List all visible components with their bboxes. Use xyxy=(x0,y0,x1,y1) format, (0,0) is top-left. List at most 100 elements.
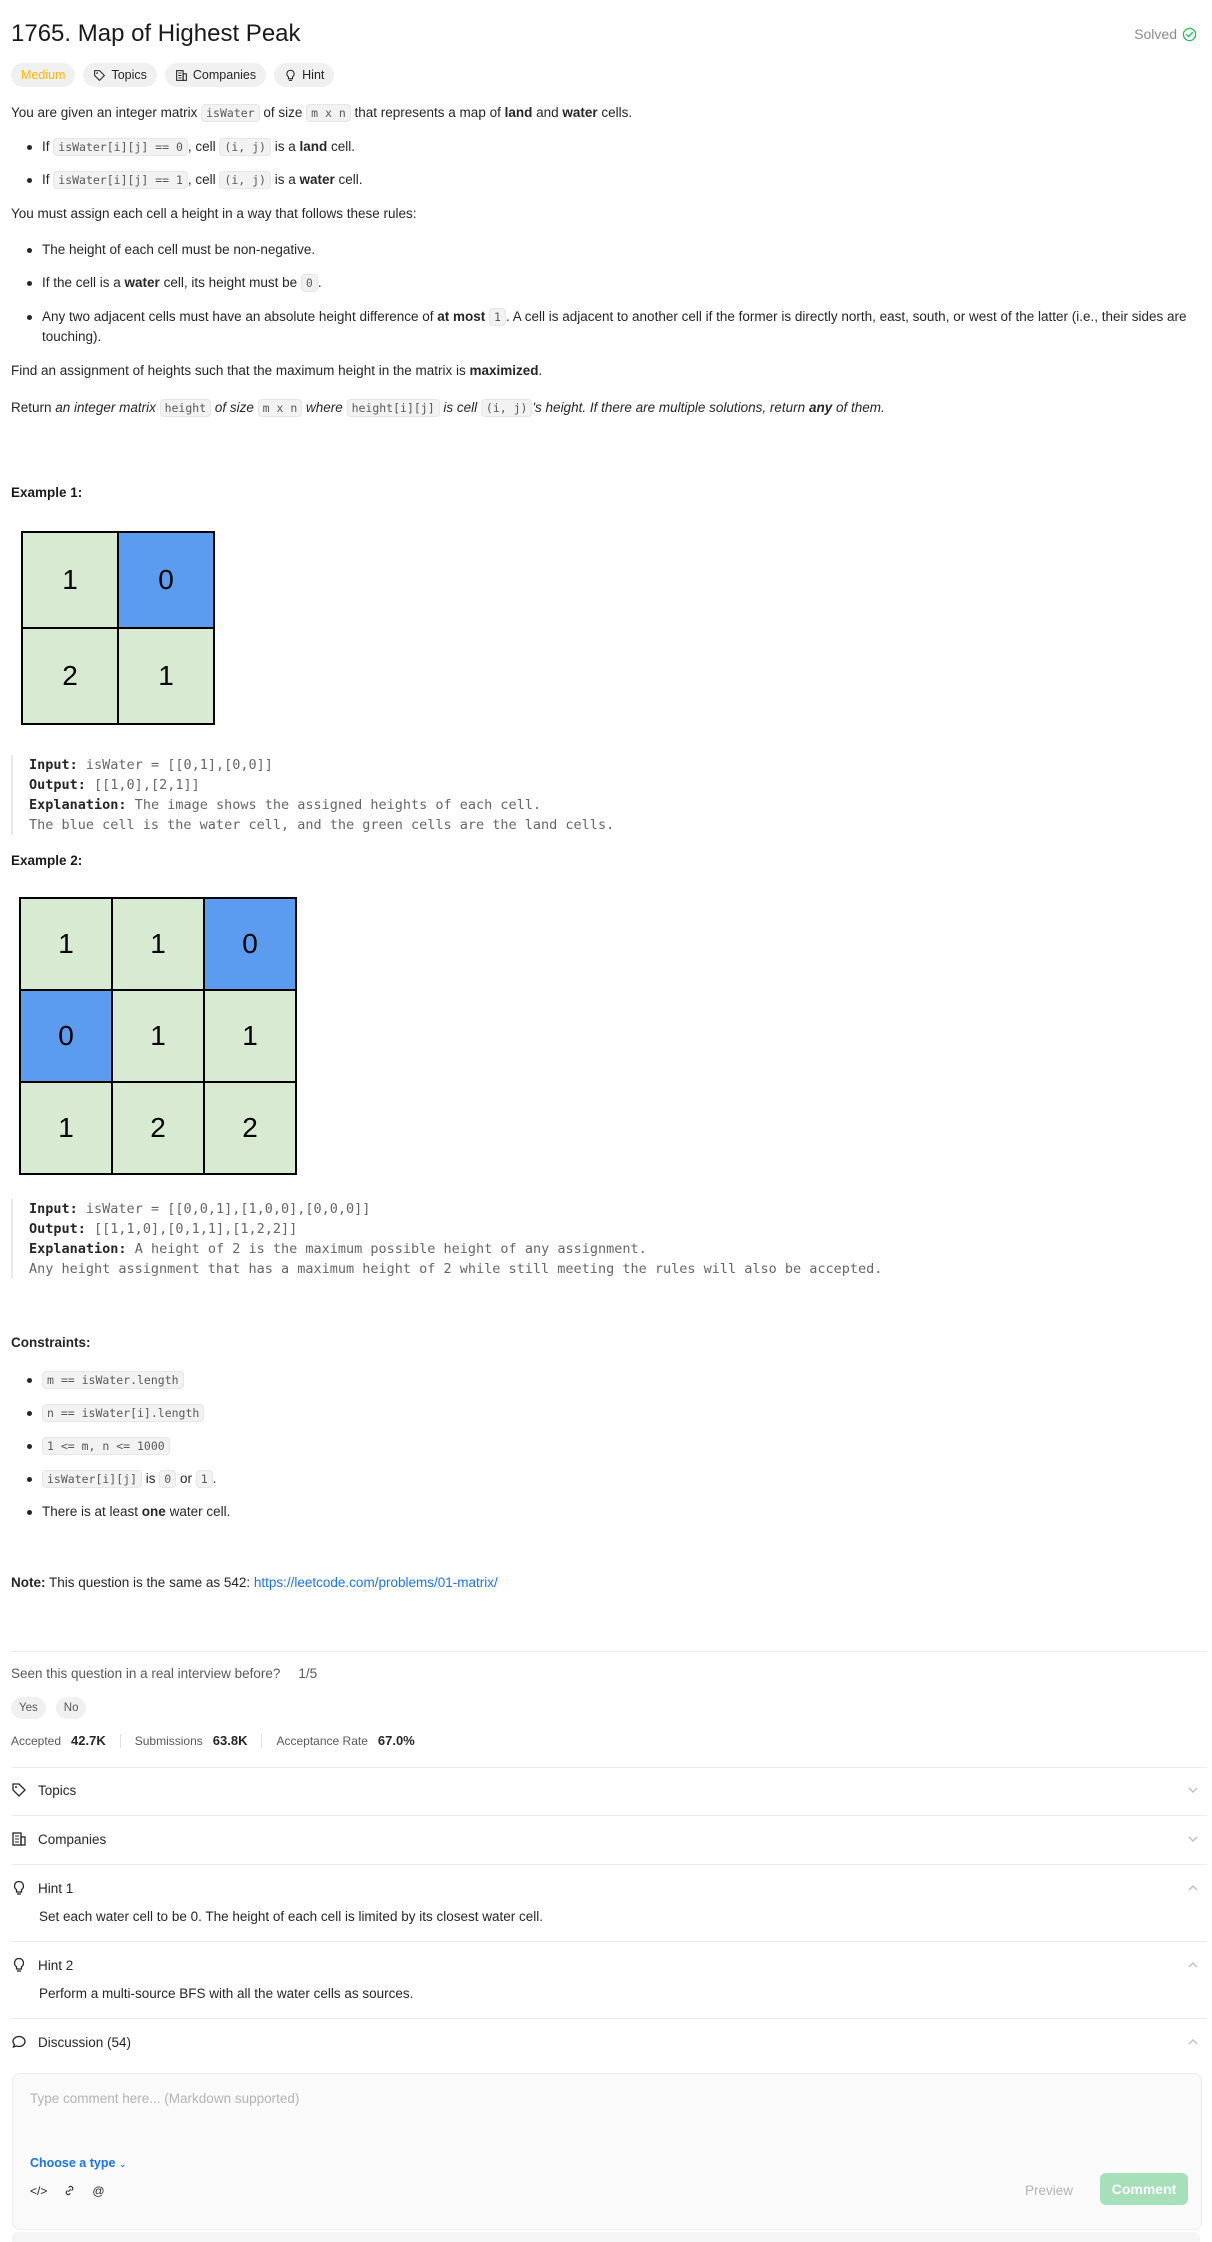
example-2-output: Output: [[1,1,0],[0,1,1],[1,2,2]] xyxy=(29,1219,882,1239)
note-label: Note: xyxy=(11,1575,46,1590)
hint-2-label: Hint 2 xyxy=(38,1957,74,1973)
hint-2-text: Perform a multi-source BFS with all the … xyxy=(39,1986,414,2001)
chevron-down-icon xyxy=(1188,1836,1198,1842)
text: water cell. xyxy=(165,1504,231,1519)
text: is a xyxy=(270,139,300,154)
accepted-label: Accepted xyxy=(11,1733,62,1748)
hint-1-section[interactable]: Hint 1 xyxy=(11,1877,1201,1899)
text: If xyxy=(42,139,54,154)
code: 1 xyxy=(195,1470,213,1488)
output-label: Output: xyxy=(29,777,86,793)
code: 0 xyxy=(159,1470,177,1488)
bold: at most xyxy=(437,309,486,324)
desc-intro: You are given an integer matrix isWater … xyxy=(11,103,1191,123)
example-1-explanation-2: The blue cell is the water cell, and the… xyxy=(29,817,615,833)
italic: of them. xyxy=(832,400,885,415)
desc-return: Return an integer matrix height of size … xyxy=(11,398,1191,418)
water-cell: 0 xyxy=(118,532,214,628)
example-2-explanation: Explanation: A height of 2 is the maximu… xyxy=(29,1239,882,1259)
example-1-label: Example 1: xyxy=(11,485,83,500)
constraint-item: n == isWater[i].length xyxy=(26,1403,230,1423)
code-icon[interactable]: </> xyxy=(30,2184,47,2200)
choose-type-dropdown[interactable]: Choose a type ⌄ xyxy=(30,2156,126,2170)
land-cell: 1 xyxy=(20,1082,112,1174)
italic: an integer matrix xyxy=(55,400,160,415)
solved-badge: Solved xyxy=(1134,26,1197,42)
text: There is at least xyxy=(42,1504,142,1519)
text: cell, its height must be xyxy=(159,275,301,290)
interview-question: Seen this question in a real interview b… xyxy=(11,1666,317,1681)
no-button[interactable]: No xyxy=(55,1697,87,1719)
topics-section[interactable]: Topics xyxy=(11,1779,1201,1801)
text: You are given an integer matrix xyxy=(11,105,202,120)
example-1-explanation: Explanation: The image shows the assigne… xyxy=(29,795,614,815)
list-item: Any two adjacent cells must have an abso… xyxy=(27,307,1191,347)
constraints-label: Constraints: xyxy=(11,1335,91,1350)
text: is a xyxy=(270,172,300,187)
rules-list: The height of each cell must be non-nega… xyxy=(27,240,1191,347)
text: Return xyxy=(11,400,56,415)
divider xyxy=(11,1941,1207,1942)
list-item: If the cell is a water cell, its height … xyxy=(27,273,1191,293)
comment-input[interactable]: Type comment here... (Markdown supported… xyxy=(30,2091,299,2106)
constraint-item: m == isWater.length xyxy=(26,1370,230,1390)
bold: water xyxy=(299,172,335,187)
lightbulb-icon xyxy=(286,69,295,81)
note-text: This question is the same as 542: xyxy=(45,1575,254,1590)
divider xyxy=(11,1651,1207,1652)
chevron-up-icon xyxy=(1188,1885,1198,1891)
companies-section[interactable]: Companies xyxy=(11,1828,1201,1850)
example-2-label: Example 2: xyxy=(11,853,83,868)
bold: land xyxy=(299,139,328,154)
divider xyxy=(261,1733,263,1748)
difficulty-badge[interactable]: Medium xyxy=(11,63,76,87)
hint-1-label: Hint 1 xyxy=(38,1880,74,1896)
text: cell. xyxy=(327,139,355,154)
land-cell: 1 xyxy=(204,990,296,1082)
hint-2-section[interactable]: Hint 2 xyxy=(11,1954,1201,1976)
interview-ratio: 1/5 xyxy=(298,1666,318,1681)
comment-editor[interactable]: Type comment here... (Markdown supported… xyxy=(12,2073,1202,2230)
italic: is cell xyxy=(439,400,481,415)
input-value: isWater = [[0,1],[0,0]] xyxy=(85,757,273,773)
text: or xyxy=(176,1471,196,1486)
cell-type-list: If isWater[i][j] == 0, cell (i, j) is a … xyxy=(27,137,1191,190)
note-link[interactable]: https://leetcode.com/problems/01-matrix/ xyxy=(254,1575,498,1590)
hint-tag[interactable]: Hint xyxy=(274,63,335,87)
mention-icon[interactable]: @ xyxy=(92,2184,104,2200)
tag-icon xyxy=(12,1783,26,1797)
italic: of size xyxy=(211,400,258,415)
choose-type-label: Choose a type xyxy=(30,2156,116,2170)
code: 1 <= m, n <= 1000 xyxy=(42,1437,170,1455)
land-cell: 1 xyxy=(118,628,214,724)
output-value: [[1,0],[2,1]] xyxy=(94,777,200,793)
solved-label: Solved xyxy=(1134,26,1177,42)
note: Note: This question is the same as 542: … xyxy=(11,1575,498,1590)
text: Find an assignment of heights such that … xyxy=(11,363,470,378)
input-label: Input: xyxy=(29,757,78,773)
divider xyxy=(11,2018,1207,2019)
companies-tag[interactable]: Companies xyxy=(164,63,267,87)
discussion-label: Discussion (54) xyxy=(38,2034,132,2050)
yes-button[interactable]: Yes xyxy=(11,1697,46,1719)
link-icon[interactable] xyxy=(63,2184,76,2200)
topics-tag-label: Topics xyxy=(111,68,147,82)
page-title: 1765. Map of Highest Peak xyxy=(11,20,301,47)
code: isWater[i][j] == 1 xyxy=(53,171,188,189)
chevron-down-icon xyxy=(1188,1787,1198,1793)
divider xyxy=(11,1767,1207,1768)
discussion-section[interactable]: Discussion (54) xyxy=(11,2031,1201,2053)
topics-tag[interactable]: Topics xyxy=(83,63,157,87)
example-2-grid: 110011122 xyxy=(19,897,297,1175)
land-cell: 2 xyxy=(204,1082,296,1174)
interview-question-text: Seen this question in a real interview b… xyxy=(11,1666,281,1681)
problem-description: You are given an integer matrix isWater … xyxy=(11,103,1191,418)
desc-goal: Find an assignment of heights such that … xyxy=(11,361,1191,381)
preview-button[interactable]: Preview xyxy=(1025,2183,1073,2198)
bold: land xyxy=(504,105,533,120)
comment-button[interactable]: Comment xyxy=(1100,2173,1188,2205)
input-value: isWater = [[0,0,1],[1,0,0],[0,0,0]] xyxy=(85,1201,371,1217)
water-cell: 0 xyxy=(204,898,296,990)
text: that represents a map of xyxy=(350,105,505,120)
text: cell. xyxy=(334,172,363,187)
